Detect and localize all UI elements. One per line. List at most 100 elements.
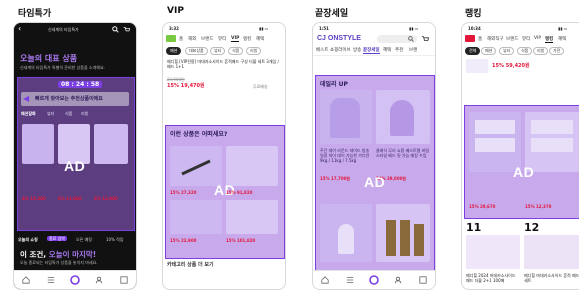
product-thumb[interactable] — [466, 59, 488, 73]
nav-benefit[interactable]: 혜택 — [383, 47, 391, 53]
brand-logo[interactable]: CJ ONSTYLE — [317, 35, 361, 42]
rank-number-right: 12 — [524, 221, 540, 234]
filter-fashion[interactable]: 패션 — [166, 47, 182, 55]
nav-benefit[interactable]: 혜택 — [256, 36, 264, 42]
chip-all[interactable]: 전체 — [465, 47, 481, 55]
logo[interactable] — [166, 35, 176, 42]
product-desc-left: 메디힐 2024 마데카소사이드 패드 더블 2+1 100매 — [466, 273, 516, 283]
product-image — [338, 224, 354, 254]
tab-living[interactable]: 리빙 — [81, 111, 88, 116]
cart-icon[interactable] — [421, 35, 429, 43]
search-icon[interactable] — [112, 26, 119, 33]
price-3: 8% 12,900 — [94, 196, 118, 201]
app-logo-icon[interactable] — [70, 275, 80, 285]
home-icon[interactable] — [21, 275, 31, 285]
price-2: 6% 11,060 — [58, 196, 82, 201]
product-image[interactable] — [525, 112, 579, 172]
filter-beauty[interactable]: 뷰티 — [210, 47, 226, 55]
nav-beauty[interactable]: 뷰티 — [522, 36, 530, 42]
promo-banner[interactable]: ◀ 빠르게 찾아보는 추천상품이에요 — [21, 92, 129, 106]
product-image[interactable] — [466, 235, 520, 269]
chip-food[interactable]: 식품 — [517, 47, 533, 55]
top-nav: 홈 해외 브랜드 뷰티 VIP 랭킹 혜택 — [163, 34, 285, 44]
grid-price-4: 15% 101,820 — [226, 238, 256, 243]
phone-final-sale: 1:51 ▮▮ ▭ CJ ONSTYLE 베스트 쇼핑라이브 방송 끝장세일 혜… — [312, 22, 436, 290]
product-image[interactable] — [226, 146, 278, 186]
nav-ranking[interactable]: 랭킹 — [243, 36, 251, 42]
product-image[interactable] — [469, 112, 521, 172]
nav-overseas-direct[interactable]: 해외직구 — [487, 36, 504, 42]
product-image — [531, 138, 573, 152]
history-icon[interactable] — [418, 275, 428, 285]
product-image[interactable] — [376, 204, 430, 262]
nav-broadcast[interactable]: 방송 — [353, 47, 361, 53]
tab-reward[interactable]: 10% 적립 — [106, 237, 124, 242]
profile-icon[interactable] — [393, 275, 403, 285]
nav-brand[interactable]: 브랜드 — [506, 36, 518, 42]
headline: 오늘의 대표 상품 — [20, 53, 77, 64]
ad-zone-time-deal[interactable]: 08 : 24 : 58 ◀ 빠르게 찾아보는 추천상품이에요 패션잡화 뷰티 … — [17, 77, 135, 231]
signal-icon: ▮▮ ▭ — [409, 26, 419, 31]
menu-icon[interactable] — [46, 275, 56, 285]
chip-fashion[interactable]: 패션 — [481, 47, 497, 55]
nav-live[interactable]: 쇼핑라이브 — [330, 47, 351, 53]
product-image[interactable] — [320, 204, 372, 262]
ad-zone-final-sale[interactable]: 데일리 UP 주간 데이 라운드 데이드 방송 일정 하이 데이 가능한 가디언… — [315, 75, 435, 271]
tab-today[interactable]: 오늘의 쇼핑 — [18, 237, 38, 242]
ad-zone-ranking[interactable]: AD 15% 29,670 15% 12,370 — [464, 105, 579, 219]
product-image[interactable] — [226, 200, 278, 234]
nav-benefit[interactable]: 혜택 — [558, 36, 566, 42]
menu-icon[interactable] — [345, 275, 355, 285]
back-icon[interactable]: ‹ — [18, 24, 21, 33]
product-image[interactable] — [170, 200, 222, 234]
nav-recommend[interactable]: 추천 — [395, 47, 403, 53]
history-icon[interactable] — [119, 275, 129, 285]
nav-final-sale[interactable]: 끝장세일 — [363, 47, 380, 54]
card-price-1: 15% 29,670 — [469, 204, 496, 209]
bottom-sub: 오늘 종료되는 타임특가 상품을 놓치지 마세요. — [20, 260, 98, 265]
product-image[interactable] — [94, 124, 128, 164]
chip-appliance[interactable]: 가전 — [549, 47, 565, 55]
ad-zone-vip[interactable]: 이런 상품은 어떠세요? AD 15% 27,320 15% 91,820 15… — [165, 125, 285, 259]
nav-brand[interactable]: 브랜 — [409, 47, 417, 53]
logo[interactable] — [465, 35, 475, 42]
filter-living[interactable]: 리빙 — [246, 47, 262, 55]
product-image[interactable] — [524, 235, 579, 269]
nav-ranking[interactable]: 랭킹 — [545, 36, 554, 43]
app-logo-icon[interactable] — [369, 275, 379, 285]
home-icon[interactable] — [320, 275, 330, 285]
nav-vip[interactable]: VIP — [231, 36, 240, 42]
chip-living[interactable]: 리빙 — [533, 47, 549, 55]
nav-best[interactable]: 베스트 — [316, 47, 328, 53]
phone-vip: 3:32 ▮▮ ▭ 홈 해외 브랜드 뷰티 VIP 랭킹 혜택 패션 대표상품 … — [162, 22, 286, 290]
product-image — [531, 120, 573, 134]
search-icon[interactable] — [408, 36, 414, 42]
status-time: 3:32 — [169, 26, 179, 31]
product-image[interactable] — [22, 124, 54, 164]
filter-food[interactable]: 식품 — [228, 47, 244, 55]
old-price: 23,900원 — [167, 77, 185, 82]
cart-icon[interactable] — [123, 26, 130, 33]
nav-home[interactable]: 홈 — [179, 36, 183, 42]
sale-price: 15% 19,470원 — [167, 83, 205, 89]
profile-icon[interactable] — [94, 275, 104, 285]
tab-upcoming[interactable]: 오픈 예정 — [76, 237, 92, 242]
chip-beauty[interactable]: 뷰티 — [499, 47, 515, 55]
filter-main[interactable]: 대표상품 — [185, 47, 208, 55]
product-name[interactable]: 메디힐 [VIP전용] 마데카소사이드 흔적패드 구성 더블 세트 3개입 / … — [167, 59, 281, 74]
tab-food[interactable]: 식품 — [65, 111, 72, 116]
tab-fashion[interactable]: 패션잡화 — [21, 111, 36, 116]
product-image[interactable] — [170, 146, 222, 186]
search-input[interactable] — [377, 35, 417, 43]
nav-beauty[interactable]: 뷰티 — [218, 36, 226, 42]
tab-ending-soon[interactable]: 종료 임박 — [47, 236, 67, 241]
tab-beauty[interactable]: 뷰티 — [47, 111, 54, 116]
product-image[interactable] — [320, 90, 372, 144]
nav-brand[interactable]: 브랜드 — [201, 36, 213, 42]
nav-home[interactable]: 홈 — [478, 36, 482, 42]
product-image[interactable] — [376, 90, 430, 144]
more-category-link[interactable]: 카테고리 상품 더 보기 — [167, 262, 214, 268]
nav-overseas[interactable]: 해외 — [188, 36, 196, 42]
nav-vip[interactable]: VIP — [534, 36, 541, 41]
countdown-timer: 08 : 24 : 58 — [58, 81, 103, 88]
